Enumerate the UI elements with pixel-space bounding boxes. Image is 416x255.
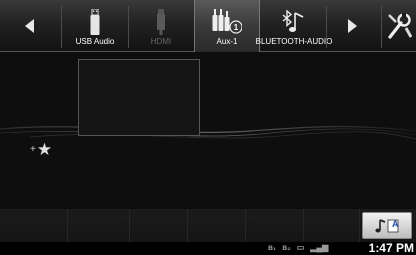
function-slot <box>188 209 246 242</box>
triangle-left-icon <box>24 19 34 33</box>
add-favorite-button[interactable]: + ★ <box>30 141 52 158</box>
triangle-right-icon <box>347 19 357 33</box>
now-playing-area <box>0 53 416 209</box>
function-bar <box>0 209 416 242</box>
source-hdmi[interactable]: HDMI <box>128 0 194 52</box>
function-slot <box>246 209 304 242</box>
function-slot <box>68 209 130 242</box>
function-slot <box>130 209 188 242</box>
aux-number-badge: 1 <box>233 23 239 32</box>
clock: 1:47 PM <box>368 241 414 255</box>
aux-source-screen: USB Audio HDMI 1 Aux-1 BLUETOOTH-AUDIO +… <box>0 0 416 255</box>
battery-icon: ▭ <box>296 243 305 252</box>
status-bar: ʙ₁ ʙ₂ ▭ ▂▄▆ 1:47 PM <box>0 241 416 255</box>
source-label: BLUETOOTH-AUDIO <box>255 37 333 46</box>
source-label: USB Audio <box>75 37 115 46</box>
source-aux-1[interactable]: 1 Aux-1 <box>194 0 260 52</box>
rca-plugs-icon: 1 <box>212 5 242 35</box>
mode-letter: A <box>392 219 399 229</box>
source-label: Aux-1 <box>216 37 238 46</box>
plus-icon: + <box>30 144 36 155</box>
setup-button[interactable] <box>381 0 416 52</box>
signal-icon: ▂▄▆ <box>310 243 329 252</box>
setup-wrench-icon <box>387 13 412 39</box>
album-artwork-placeholder <box>78 59 200 136</box>
source-usb-audio[interactable]: USB Audio <box>62 0 128 52</box>
source-bluetooth-audio[interactable]: BLUETOOTH-AUDIO <box>256 0 332 52</box>
next-source-button[interactable] <box>323 0 381 52</box>
decorative-wave <box>0 125 416 140</box>
source-label: HDMI <box>150 37 172 46</box>
status-icons: ʙ₁ ʙ₂ ▭ ▂▄▆ <box>268 243 328 253</box>
bluetooth-note-icon <box>279 5 309 35</box>
audio-mode-button[interactable]: A <box>362 212 412 239</box>
bluetooth-audio-icon: ʙ₂ <box>282 243 291 252</box>
usb-stick-icon <box>90 5 100 35</box>
bluetooth-phone-icon: ʙ₁ <box>268 243 277 252</box>
source-bar: USB Audio HDMI 1 Aux-1 BLUETOOTH-AUDIO <box>0 0 416 52</box>
previous-source-button[interactable] <box>0 0 58 52</box>
hdmi-plug-icon <box>156 5 166 35</box>
function-slot <box>304 209 360 242</box>
star-icon: ★ <box>36 140 53 159</box>
function-slot <box>0 209 68 242</box>
